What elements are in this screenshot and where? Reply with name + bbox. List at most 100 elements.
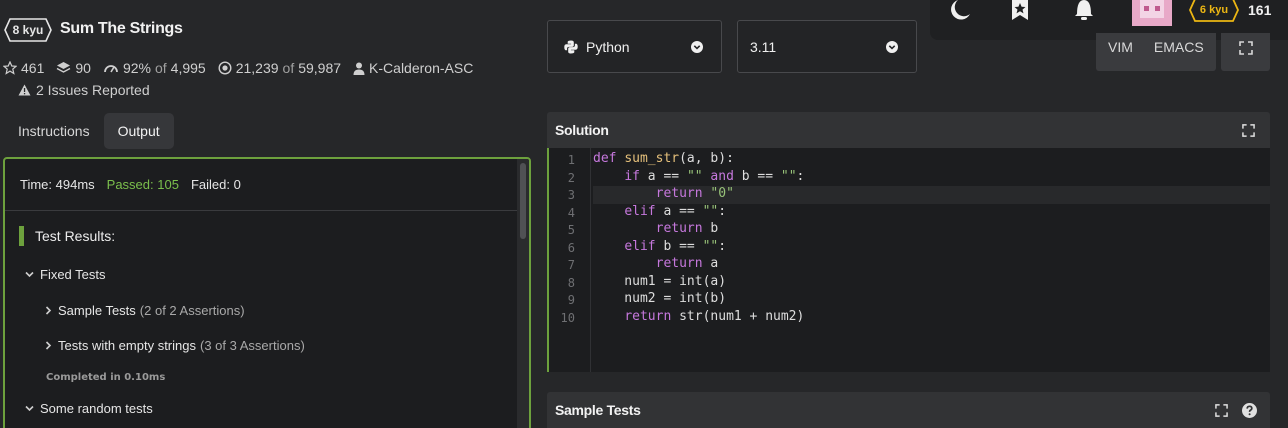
- question-icon[interactable]: [1242, 403, 1257, 418]
- completed-of-label: of: [282, 60, 295, 76]
- avatar-image: [1132, 0, 1172, 26]
- sample-tests-header: Sample Tests: [547, 392, 1270, 428]
- emacs-mode-button[interactable]: EMACS: [1154, 39, 1204, 55]
- collections-stat[interactable]: 90: [56, 60, 91, 76]
- line-gutter: 1 2 3 4 5 6 7 8 9 10: [549, 148, 591, 372]
- code-line: elif a == "":: [624, 203, 727, 219]
- satisfaction-stat: 92% of 4,995: [103, 60, 206, 76]
- solution-header: Solution: [547, 112, 1270, 148]
- warning-icon: [18, 84, 31, 96]
- chevron-down-icon: [25, 405, 34, 412]
- assertion-count: (3 of 3 Assertions): [200, 338, 305, 353]
- editor-mode-group: VIM EMACS: [1096, 33, 1216, 71]
- passed-count: Passed: 105: [106, 177, 179, 192]
- completions-stat: 21,239 of 59,987: [218, 60, 341, 76]
- bookmark-star-icon[interactable]: [1010, 0, 1030, 20]
- solution-title: Solution: [555, 122, 609, 138]
- code-line: return str(num1 + num2): [624, 308, 805, 324]
- test-group-label: Tests with empty strings: [58, 338, 196, 353]
- issues-label: 2 Issues Reported: [36, 82, 150, 98]
- votes-count: 4,995: [170, 60, 206, 76]
- author-name[interactable]: K-Calderon-ASC: [369, 60, 473, 76]
- assertion-count: (2 of 2 Assertions): [139, 303, 245, 318]
- author-stat[interactable]: K-Calderon-ASC: [353, 60, 473, 76]
- star-icon: [3, 61, 17, 75]
- attempts-count: 59,987: [298, 60, 342, 76]
- code-line: return a: [655, 256, 719, 271]
- expand-icon[interactable]: [1215, 404, 1228, 417]
- chevron-right-icon: [45, 341, 52, 350]
- chevron-down-circle-icon: [691, 41, 703, 53]
- test-group-sample[interactable]: Sample Tests (2 of 2 Assertions): [45, 303, 245, 318]
- code-editor[interactable]: 1 2 3 4 5 6 7 8 9 10 def sum_str(a, b): …: [547, 148, 1270, 372]
- kata-stats: 461 90 92% of 4,995 21,239 of 59,987 K-C…: [3, 60, 485, 76]
- issues-link[interactable]: 2 Issues Reported: [18, 82, 150, 98]
- line-number: 10: [560, 310, 575, 325]
- sample-tests-title: Sample Tests: [555, 402, 641, 418]
- bell-icon[interactable]: [1073, 0, 1095, 20]
- code-line: num1 = int(a): [593, 273, 727, 289]
- output-scroll-thumb[interactable]: [520, 163, 526, 239]
- collections-count: 90: [75, 60, 91, 76]
- kata-rank-badge: 8 kyu: [4, 18, 52, 42]
- line-number: 3: [567, 188, 575, 202]
- moon-icon[interactable]: [948, 0, 972, 20]
- expand-icon: [1238, 41, 1253, 55]
- vim-mode-button[interactable]: VIM: [1108, 39, 1133, 55]
- failed-count: Failed: 0: [190, 177, 241, 192]
- line-number: 4: [567, 205, 575, 220]
- tab-instructions[interactable]: Instructions: [4, 113, 104, 149]
- line-number: 1: [567, 153, 575, 167]
- test-group-empty-strings[interactable]: Tests with empty strings (3 of 3 Asserti…: [45, 338, 305, 353]
- kata-rank-label: 8 kyu: [12, 23, 44, 37]
- code-line: return b: [655, 221, 719, 236]
- left-panel-tabs: Instructions Output: [4, 113, 174, 149]
- target-icon: [218, 61, 232, 75]
- stars-count: 461: [21, 60, 45, 76]
- code-line: return "0": [655, 186, 734, 201]
- user-rank-badge[interactable]: 6 kyu: [1188, 0, 1240, 23]
- test-group-label: Some random tests: [40, 401, 153, 416]
- python-icon: [564, 40, 578, 53]
- fullscreen-button[interactable]: [1221, 33, 1270, 71]
- language-select[interactable]: Python: [547, 20, 722, 73]
- chevron-down-circle-icon: [886, 41, 898, 53]
- code-line: def sum_str(a, b):: [593, 151, 734, 166]
- satisfaction-rating: 92%: [122, 60, 151, 76]
- line-number: 8: [567, 275, 575, 290]
- code-line: num2 = int(b): [593, 291, 727, 306]
- expand-icon[interactable]: [1242, 124, 1255, 137]
- line-number: 9: [567, 293, 575, 307]
- chevron-down-icon: [25, 271, 34, 278]
- test-group-label: Sample Tests: [58, 303, 136, 318]
- chevron-right-icon: [45, 306, 52, 315]
- output-scrollbar[interactable]: [517, 159, 529, 428]
- stars-stat[interactable]: 461: [3, 60, 44, 76]
- completed-time: Completed in 0.10ms: [46, 372, 166, 383]
- test-group-label: Fixed Tests: [40, 267, 106, 282]
- gauge-icon: [104, 65, 118, 73]
- line-number: 2: [567, 170, 575, 185]
- test-group-random[interactable]: Some random tests: [25, 401, 153, 416]
- tab-output[interactable]: Output: [103, 113, 174, 149]
- code-line: elif b == "":: [624, 238, 727, 254]
- honor-score: 161: [1248, 2, 1272, 18]
- line-number: 7: [567, 258, 575, 272]
- code-line: if a == "" and b == "":: [624, 168, 805, 184]
- line-number: 6: [567, 240, 575, 255]
- completed-count: 21,239: [235, 60, 279, 76]
- layers-icon: [57, 62, 71, 73]
- version-select[interactable]: 3.11: [737, 20, 917, 73]
- user-rank-label: 6 kyu: [1199, 4, 1229, 16]
- language-select-value: Python: [586, 38, 630, 55]
- output-panel: Time: 494ms Passed: 105 Failed: 0 Test R…: [3, 157, 531, 428]
- test-summary: Time: 494ms Passed: 105 Failed: 0: [5, 159, 529, 211]
- run-time: Time: 494ms: [20, 177, 95, 192]
- test-group-fixed[interactable]: Fixed Tests: [25, 267, 106, 282]
- user-icon: [353, 62, 365, 75]
- satisfaction-of-label: of: [154, 60, 167, 76]
- kata-title[interactable]: Sum The Strings: [60, 20, 183, 38]
- version-select-value: 3.11: [750, 38, 777, 55]
- user-avatar[interactable]: [1132, 0, 1172, 26]
- line-number: 5: [567, 223, 575, 237]
